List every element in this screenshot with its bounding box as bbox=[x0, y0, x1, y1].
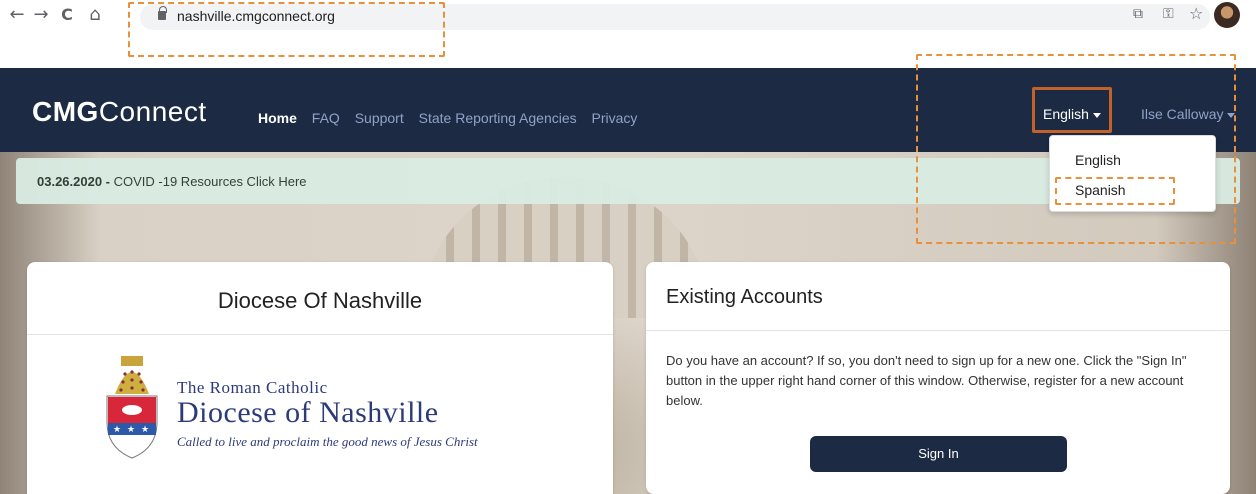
diocese-title: Diocese Of Nashville bbox=[217, 288, 423, 313]
back-arrow-icon[interactable]: ← bbox=[6, 4, 28, 26]
svg-text:★: ★ bbox=[113, 425, 121, 435]
forward-arrow-icon[interactable]: → bbox=[30, 4, 52, 26]
svg-text:★: ★ bbox=[141, 425, 149, 435]
svg-text:★: ★ bbox=[127, 425, 135, 435]
url-annotation-box bbox=[128, 2, 445, 57]
home-icon[interactable]: ⌂ bbox=[84, 4, 106, 26]
nav-link-support[interactable]: Support bbox=[355, 110, 404, 126]
announcement-text: 03.26.2020 - COVID -19 Resources Click H… bbox=[37, 174, 307, 189]
divider bbox=[646, 330, 1230, 331]
existing-accounts-text: Do you have an account? If so, you don't… bbox=[666, 353, 1187, 408]
logo-tagline: Called to live and proclaim the good new… bbox=[177, 434, 478, 449]
brand-bold: CMG bbox=[32, 96, 99, 127]
nav-link-home[interactable]: Home bbox=[258, 110, 297, 126]
existing-accounts-title: Existing Accounts bbox=[666, 286, 823, 308]
announcement-date: 03.26.2020 - bbox=[37, 174, 111, 189]
key-icon[interactable]: ⚿ bbox=[1163, 6, 1174, 22]
annotation-box-language-area bbox=[916, 54, 1236, 244]
diocese-card: Diocese Of Nashville ★ ★ ★ The Roman Catho… bbox=[27, 262, 613, 494]
divider bbox=[27, 334, 613, 335]
announcement-link[interactable]: COVID -19 Resources Click Here bbox=[110, 174, 307, 189]
brand-logo[interactable]: CMGConnect bbox=[32, 96, 207, 128]
sign-in-button[interactable]: Sign In bbox=[810, 436, 1067, 472]
reload-icon[interactable]: C bbox=[56, 4, 78, 26]
nav-link-faq[interactable]: FAQ bbox=[312, 110, 340, 126]
annotation-box-spanish bbox=[1055, 177, 1175, 205]
annotation-box-language-button bbox=[1032, 87, 1112, 133]
existing-accounts-card: Existing Accounts Do you have an account… bbox=[646, 262, 1230, 494]
bookmark-star-icon[interactable]: ☆ bbox=[1189, 4, 1203, 23]
logo-line1: The Roman Catholic bbox=[177, 378, 328, 397]
profile-avatar[interactable] bbox=[1214, 2, 1240, 28]
logo-line2: Diocese of Nashville bbox=[177, 396, 439, 429]
cast-icon[interactable]: ⧉ bbox=[1133, 6, 1143, 22]
nav-link-privacy[interactable]: Privacy bbox=[592, 110, 638, 126]
diocese-crest-icon: ★ ★ ★ bbox=[106, 356, 158, 459]
nav-links: Home FAQ Support State Reporting Agencie… bbox=[258, 110, 648, 126]
nav-link-state-reporting[interactable]: State Reporting Agencies bbox=[419, 110, 577, 126]
brand-light: Connect bbox=[98, 96, 207, 127]
